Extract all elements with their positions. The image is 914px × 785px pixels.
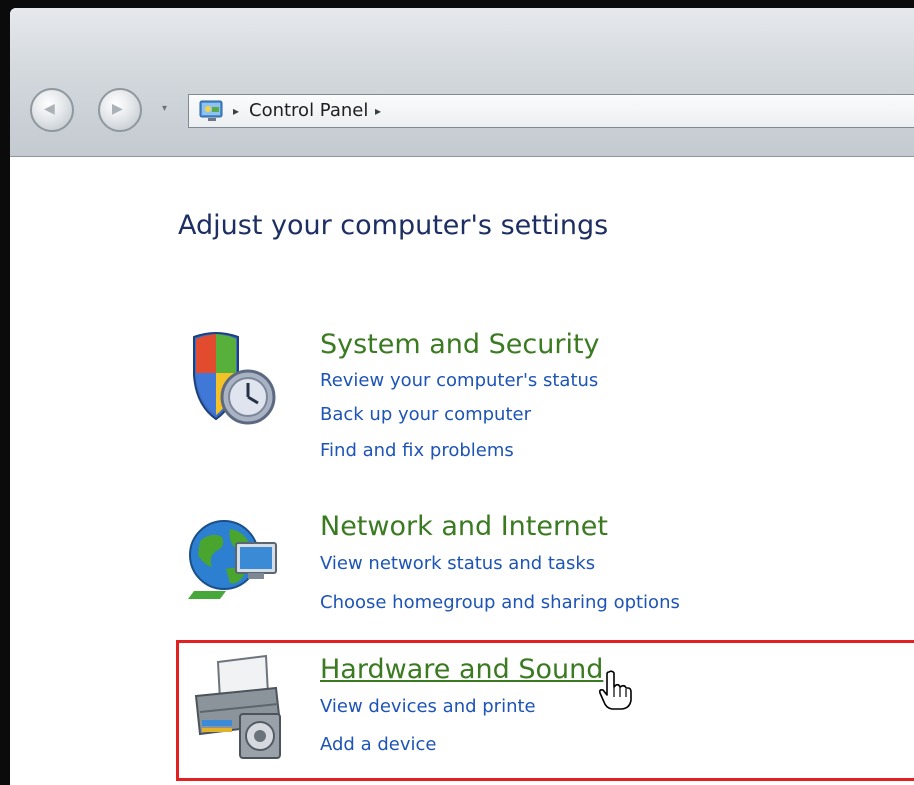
recent-pages-dropdown-icon[interactable]: ▾ [162,103,174,115]
link-add-a-device[interactable]: Add a device [320,733,436,757]
breadcrumb-separator[interactable]: ▸ [375,102,381,120]
window-chrome: ◀ ▶ ▾ ▸ Control Panel ▸ [10,8,914,157]
content-pane: Adjust your computer's settings System a… [10,157,914,785]
link-view-network-status[interactable]: View network status and tasks [320,552,595,576]
link-review-computer-status[interactable]: Review your computer's status [320,369,598,393]
link-find-and-fix-problems[interactable]: Find and fix problems [320,439,514,463]
printer-speaker-icon [194,654,282,759]
forward-arrow-icon: ▶ [112,101,123,117]
hand-cursor-icon [599,670,632,710]
control-panel-icon [199,100,223,121]
category-system-and-security[interactable]: System and Security [320,329,600,361]
page-title: Adjust your computer's settings [178,210,609,241]
address-bar[interactable]: ▸ Control Panel ▸ [188,94,914,128]
link-homegroup-sharing-options[interactable]: Choose homegroup and sharing options [320,591,680,615]
link-view-devices-and-printers[interactable]: View devices and printe [320,695,536,719]
globe-network-icon [188,520,277,599]
breadcrumb-control-panel[interactable]: Control Panel [249,99,368,123]
back-arrow-icon: ◀ [44,101,55,117]
control-panel-window: ◀ ▶ ▾ ▸ Control Panel ▸ Adjust your comp… [10,8,914,785]
back-button[interactable]: ◀ [30,88,74,132]
category-hardware-and-sound[interactable]: Hardware and Sound [320,654,603,686]
link-back-up-computer[interactable]: Back up your computer [320,403,531,427]
category-network-and-internet[interactable]: Network and Internet [320,511,608,543]
forward-button[interactable]: ▶ [98,88,142,132]
shield-clock-icon [193,332,276,425]
breadcrumb-separator[interactable]: ▸ [233,102,239,120]
